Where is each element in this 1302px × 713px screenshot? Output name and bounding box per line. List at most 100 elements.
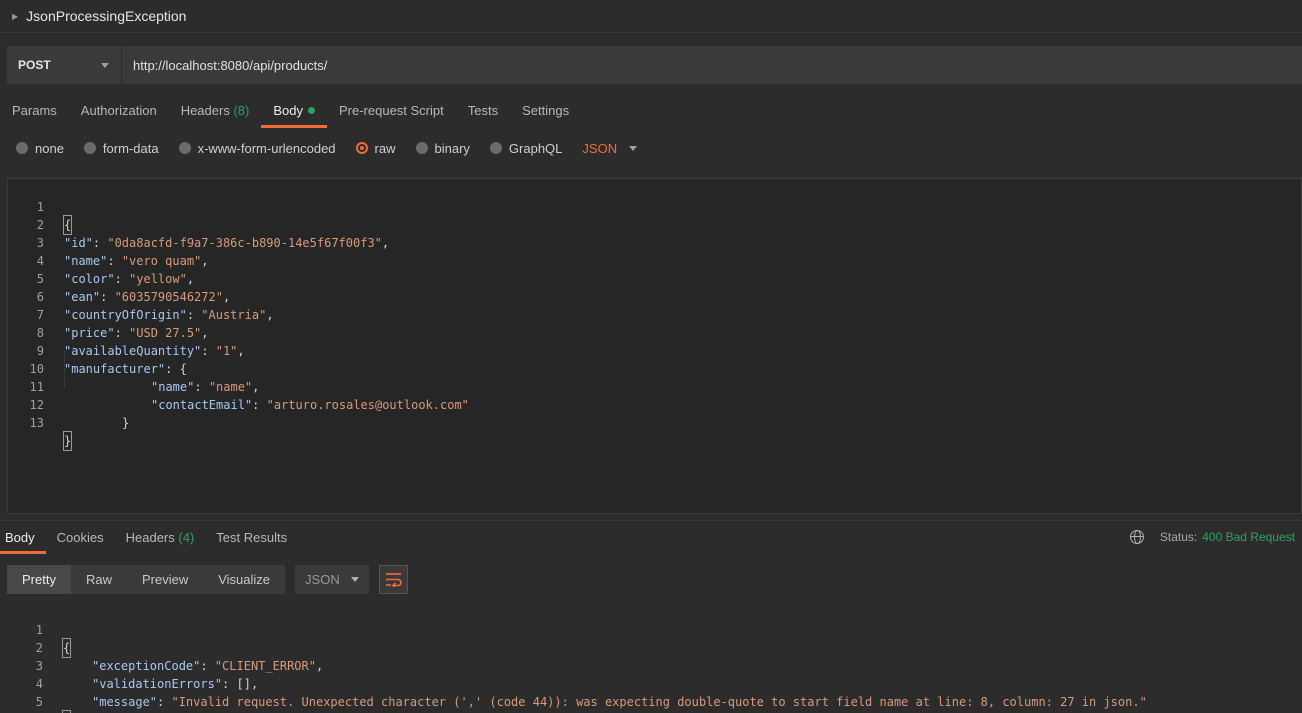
json-punct: , bbox=[252, 380, 260, 394]
wrap-lines-button[interactable] bbox=[379, 565, 409, 594]
json-value: [] bbox=[236, 677, 251, 691]
json-key: "exceptionCode" bbox=[92, 659, 201, 673]
request-tabs: Params Authorization Headers (8) Body Pr… bbox=[0, 94, 581, 128]
response-tab-test-results[interactable]: Test Results bbox=[205, 522, 298, 554]
json-punct: : { bbox=[165, 362, 187, 376]
tab-params[interactable]: Params bbox=[0, 94, 69, 128]
language-label: JSON bbox=[582, 140, 618, 156]
tab-pre-request-script[interactable]: Pre-request Script bbox=[327, 94, 456, 128]
status-label: Status: bbox=[1159, 530, 1198, 544]
code-text: } bbox=[122, 416, 130, 430]
code-line: 13 } bbox=[8, 396, 73, 451]
json-key: "availableQuantity" bbox=[64, 344, 202, 358]
json-key: "countryOfOrigin" bbox=[64, 308, 187, 322]
code-line: 3 "validationErrors": [], bbox=[0, 639, 258, 691]
json-value: "vero quam" bbox=[121, 254, 202, 268]
code-text: } bbox=[62, 431, 73, 451]
json-key: "name" bbox=[64, 254, 108, 268]
body-type-raw[interactable]: raw bbox=[355, 140, 396, 156]
radio-selected-icon bbox=[355, 142, 368, 154]
radio-icon bbox=[489, 142, 502, 154]
json-punct: , bbox=[222, 290, 231, 304]
body-type-form-data[interactable]: form-data bbox=[83, 140, 159, 156]
code-line: 10 "name": "name", bbox=[8, 342, 260, 394]
radio-icon bbox=[415, 142, 428, 154]
headers-count-badge: (8) bbox=[233, 103, 250, 118]
radio-icon bbox=[16, 142, 28, 154]
view-mode-preview[interactable]: Preview bbox=[127, 565, 203, 594]
status-badge[interactable]: 400 Bad Request bbox=[1202, 530, 1295, 544]
radio-label: binary bbox=[434, 140, 470, 156]
request-title-bar: ▶ JsonProcessingException bbox=[0, 0, 1302, 33]
method-select[interactable]: POST bbox=[7, 46, 122, 84]
wrap-lines-icon bbox=[386, 573, 402, 587]
code-line: 5 "ean": "6035790546272", bbox=[8, 252, 230, 304]
body-type-urlencoded[interactable]: x-www-form-urlencoded bbox=[178, 140, 336, 156]
response-tab-body[interactable]: Body bbox=[0, 522, 46, 554]
code-line: 1 { bbox=[8, 180, 73, 235]
json-punct: , bbox=[186, 272, 195, 286]
caret-right-icon[interactable]: ▶ bbox=[12, 12, 18, 21]
tab-body[interactable]: Body bbox=[261, 94, 327, 128]
json-value: "Invalid request. Unexpected character (… bbox=[171, 695, 1147, 709]
chevron-down-icon bbox=[101, 62, 109, 68]
code-line: 9 "manufacturer": { bbox=[8, 324, 187, 376]
line-number: 13 bbox=[29, 416, 44, 430]
json-key: "color" bbox=[64, 272, 115, 286]
view-mode-raw[interactable]: Raw bbox=[71, 565, 127, 594]
tab-tests[interactable]: Tests bbox=[456, 94, 510, 128]
body-type-binary[interactable]: binary bbox=[415, 140, 470, 156]
code-line: 6 "countryOfOrigin": "Austria", bbox=[8, 270, 274, 322]
tab-settings[interactable]: Settings bbox=[510, 94, 581, 128]
view-mode-pretty[interactable]: Pretty bbox=[7, 565, 71, 594]
request-body-editor[interactable]: 1 { 2 "id": "0da8acfd-f9a7-386c-b890-14e… bbox=[7, 178, 1302, 514]
code-line: 11 "contactEmail": "arturo.rosales@outlo… bbox=[8, 360, 469, 412]
chevron-down-icon bbox=[629, 145, 638, 151]
radio-label: x-www-form-urlencoded bbox=[197, 140, 336, 156]
json-punct: , bbox=[237, 344, 245, 358]
code-line: 2 "id": "0da8acfd-f9a7-386c-b890-14e5f67… bbox=[8, 198, 389, 250]
tab-label: Test Results bbox=[216, 530, 288, 545]
json-key: "contactEmail" bbox=[151, 398, 253, 412]
response-tab-cookies[interactable]: Cookies bbox=[46, 522, 115, 554]
radio-label: raw bbox=[374, 140, 396, 156]
tab-label: Tests bbox=[467, 103, 499, 118]
response-status: Status: 400 Bad Request bbox=[1129, 530, 1295, 544]
json-value: "1" bbox=[215, 344, 238, 358]
tab-label: Cookies bbox=[56, 530, 104, 545]
response-format-select[interactable]: JSON bbox=[295, 565, 370, 594]
json-value: "arturo.rosales@outlook.com" bbox=[266, 398, 469, 412]
globe-icon[interactable] bbox=[1129, 530, 1144, 544]
headers-count-badge: (4) bbox=[178, 530, 195, 545]
tab-headers[interactable]: Headers (8) bbox=[169, 94, 262, 128]
radio-label: form-data bbox=[102, 140, 159, 156]
request-name[interactable]: JsonProcessingException bbox=[26, 8, 186, 24]
response-body-viewer[interactable]: 1 { 2 "exceptionCode": "CLIENT_ERROR", 3… bbox=[0, 603, 1302, 713]
code-line: 5 } bbox=[0, 675, 72, 713]
method-label: POST bbox=[18, 58, 51, 72]
response-tab-headers[interactable]: Headers (4) bbox=[115, 522, 206, 554]
body-type-none[interactable]: none bbox=[16, 141, 64, 156]
language-select[interactable]: JSON bbox=[582, 140, 638, 156]
tab-label: Params bbox=[12, 103, 57, 118]
code-line: 3 "name": "vero quam", bbox=[8, 216, 209, 268]
url-input[interactable]: http://localhost:8080/api/products/ bbox=[122, 46, 1302, 84]
body-type-options: none form-data x-www-form-urlencoded raw… bbox=[16, 139, 638, 157]
json-key: "name" bbox=[151, 380, 195, 394]
view-mode-visualize[interactable]: Visualize bbox=[203, 565, 285, 594]
code-text: { bbox=[61, 638, 72, 658]
response-view-controls: Pretty Raw Preview Visualize JSON bbox=[7, 565, 409, 594]
tab-label: Body bbox=[5, 530, 35, 545]
tab-authorization[interactable]: Authorization bbox=[69, 94, 169, 128]
json-value: "6035790546272" bbox=[114, 290, 223, 304]
json-key: "message" bbox=[92, 695, 158, 709]
body-indicator-dot-icon bbox=[307, 107, 315, 114]
radio-icon bbox=[178, 142, 191, 154]
response-divider[interactable] bbox=[0, 520, 1302, 521]
json-punct: , bbox=[266, 308, 274, 322]
line-number: 5 bbox=[35, 695, 43, 709]
body-type-graphql[interactable]: GraphQL bbox=[489, 141, 562, 156]
json-value: "CLIENT_ERROR" bbox=[214, 659, 316, 673]
tab-label: Settings bbox=[522, 103, 570, 118]
code-text: { bbox=[62, 215, 73, 235]
